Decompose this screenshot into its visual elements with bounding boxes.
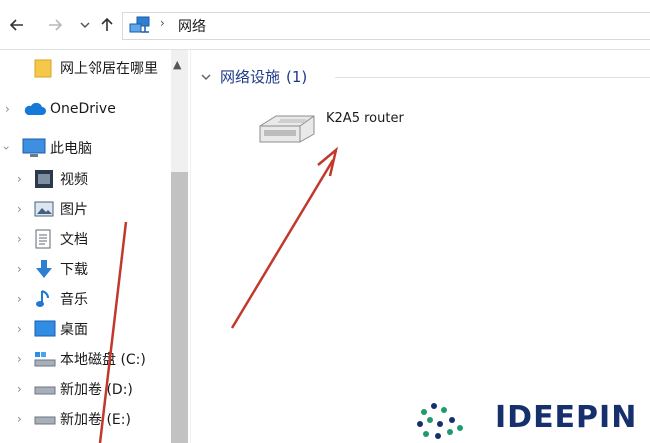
sidebar-item-onedrive[interactable]: OneDrive bbox=[22, 97, 116, 121]
pane-divider[interactable] bbox=[190, 50, 191, 443]
music-icon bbox=[36, 290, 49, 307]
chevron-right-icon[interactable]: › bbox=[17, 412, 22, 426]
sidebar-item-label: 音乐 bbox=[60, 292, 88, 308]
chevron-right-icon[interactable]: › bbox=[17, 232, 22, 246]
address-bar: › 网络 bbox=[0, 0, 650, 50]
arrow-right-icon bbox=[49, 19, 63, 31]
sidebar-item-label: 下载 bbox=[60, 262, 88, 278]
sidebar-item-pictures[interactable]: 图片 bbox=[34, 197, 88, 221]
sidebar-item-videos[interactable]: 视频 bbox=[34, 167, 88, 191]
chevron-right-icon[interactable]: › bbox=[17, 322, 22, 336]
sidebar-item-label: OneDrive bbox=[50, 101, 116, 117]
picture-icon bbox=[34, 201, 54, 217]
sidebar-item-this-pc[interactable]: 此电脑 bbox=[22, 136, 92, 160]
sidebar-scrollbar-thumb[interactable] bbox=[171, 172, 188, 443]
sidebar-item-label: 本地磁盘 (C:) bbox=[60, 352, 146, 368]
sidebar-item-label: 桌面 bbox=[60, 322, 88, 338]
sidebar-item-music[interactable]: 音乐 bbox=[34, 287, 88, 311]
chevron-down-icon bbox=[201, 73, 211, 80]
video-icon bbox=[35, 170, 53, 188]
device-label[interactable]: K2A5 router bbox=[326, 111, 404, 126]
device-item-router[interactable] bbox=[256, 108, 318, 152]
sidebar-item-label: 新加卷 (D:) bbox=[60, 382, 133, 398]
up-button[interactable] bbox=[96, 14, 118, 36]
chevron-right-icon[interactable]: › bbox=[5, 102, 10, 116]
network-icon bbox=[129, 16, 150, 33]
group-title: 网络设施 bbox=[220, 68, 281, 86]
group-header-network-infrastructure[interactable]: 网络设施 (1) bbox=[200, 66, 307, 87]
computer-icon bbox=[22, 138, 46, 157]
address-bar-divider bbox=[0, 49, 650, 50]
drive-icon bbox=[34, 386, 56, 395]
sidebar-item-label: 视频 bbox=[60, 172, 88, 188]
watermark-text: IDEEPIN bbox=[495, 400, 638, 435]
chevron-right-icon[interactable]: › bbox=[17, 262, 22, 276]
chevron-right-icon[interactable]: › bbox=[17, 292, 22, 306]
sidebar-item-label: 文档 bbox=[60, 232, 88, 248]
sidebar-item-label: 网上邻居在哪里 bbox=[60, 61, 158, 77]
group-divider bbox=[335, 77, 650, 78]
forward-button[interactable] bbox=[44, 14, 66, 36]
chevron-right-icon[interactable]: › bbox=[17, 382, 22, 396]
sidebar-item-pinned[interactable]: 网上邻居在哪里 bbox=[34, 56, 158, 80]
drive-icon bbox=[34, 416, 56, 425]
router-icon bbox=[259, 115, 315, 143]
cloud-icon bbox=[24, 102, 46, 115]
sidebar-item-downloads[interactable]: 下载 bbox=[34, 257, 88, 281]
arrow-left-icon bbox=[9, 19, 23, 31]
drive-icon bbox=[34, 352, 56, 367]
sidebar-item-label: 新加卷 (E:) bbox=[60, 412, 131, 428]
back-button[interactable] bbox=[6, 14, 28, 36]
arrow-up-icon bbox=[101, 17, 113, 31]
chevron-right-icon[interactable]: › bbox=[17, 172, 22, 186]
sidebar-item-label: 图片 bbox=[60, 202, 88, 218]
chevron-down-icon[interactable]: › bbox=[0, 146, 13, 151]
address-path[interactable]: 网络 bbox=[178, 16, 206, 36]
chevron-down-icon bbox=[80, 22, 90, 29]
sidebar-item-label: 此电脑 bbox=[50, 141, 92, 157]
recent-locations-button[interactable] bbox=[74, 14, 96, 36]
chevron-right-icon[interactable]: › bbox=[17, 202, 22, 216]
download-icon bbox=[36, 260, 52, 278]
document-icon bbox=[35, 229, 51, 249]
sidebar-item-drive-d[interactable]: 新加卷 (D:) bbox=[34, 377, 133, 401]
chevron-right-icon[interactable]: › bbox=[17, 352, 22, 366]
scroll-up-arrow-icon[interactable]: ▲ bbox=[173, 58, 181, 71]
desktop-icon bbox=[34, 320, 56, 337]
folder-icon bbox=[34, 59, 52, 78]
sidebar-item-drive-c[interactable]: 本地磁盘 (C:) bbox=[34, 347, 146, 371]
sidebar-item-desktop[interactable]: 桌面 bbox=[34, 317, 88, 341]
sidebar-item-documents[interactable]: 文档 bbox=[34, 227, 88, 251]
sidebar-item-drive-e[interactable]: 新加卷 (E:) bbox=[34, 407, 131, 431]
breadcrumb-separator[interactable]: › bbox=[160, 16, 165, 30]
group-count: (1) bbox=[286, 67, 308, 86]
